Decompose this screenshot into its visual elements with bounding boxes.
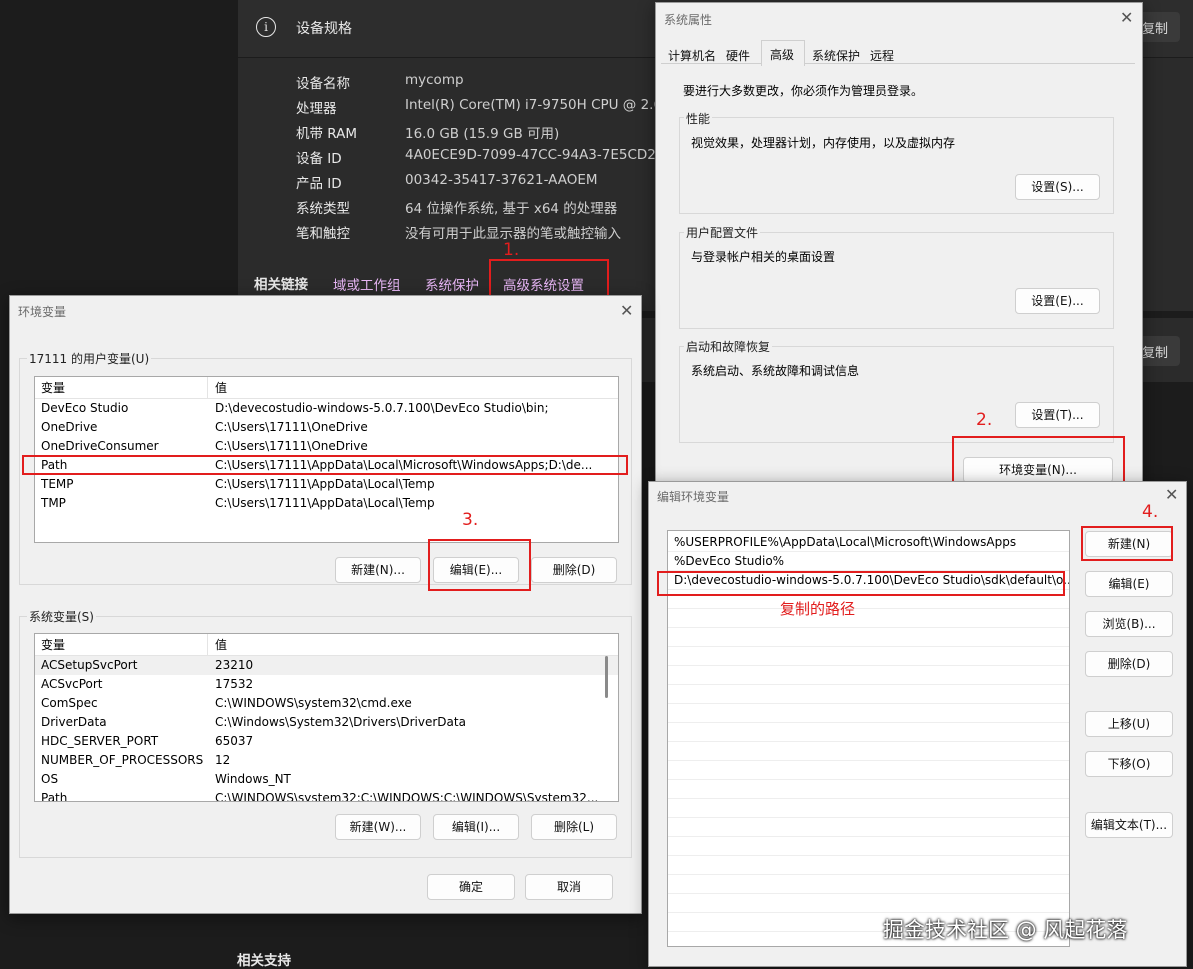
watermark: 掘金技术社区 @ 风起花落 bbox=[883, 918, 1128, 942]
table-row[interactable]: OS Windows_NT bbox=[35, 770, 618, 789]
list-header: 变量值 bbox=[35, 636, 618, 656]
column-divider bbox=[207, 634, 208, 656]
step1-label: 1. bbox=[503, 240, 520, 260]
table-row[interactable]: DevEco Studio D:\devecostudio-windows-5.0… bbox=[35, 399, 618, 418]
user-variables-label: 17111 的用户变量(U) bbox=[27, 350, 152, 367]
move-down-button[interactable]: 下移(O) bbox=[1085, 751, 1173, 777]
startup-settings-button[interactable]: 设置(T)... bbox=[1015, 402, 1100, 428]
scrollbar-thumb[interactable] bbox=[605, 656, 608, 698]
table-row[interactable]: OneDriveConsumer C:\Users\17111\OneDrive bbox=[35, 437, 618, 456]
system-edit-button[interactable]: 编辑(I)... bbox=[433, 814, 519, 840]
startup-recovery-desc: 系统启动、系统故障和调试信息 bbox=[691, 364, 860, 378]
copied-path-note: 复制的路径 bbox=[780, 600, 856, 618]
tab-remote[interactable]: 远程 bbox=[870, 47, 894, 64]
table-row[interactable]: TMP C:\Users\17111\AppData\Local\Temp bbox=[35, 494, 618, 513]
delete-button[interactable]: 删除(D) bbox=[1085, 651, 1173, 677]
ok-button[interactable]: 确定 bbox=[427, 874, 515, 900]
environment-variables-window: 环境变量 ✕ 17111 的用户变量(U) 变量值 DevEco Studio D… bbox=[9, 295, 642, 914]
spec-label: 处理器 bbox=[296, 101, 337, 117]
system-variables-list[interactable]: 变量值 ACSetupSvcPort 23210 ACSvcPort 17532 C… bbox=[34, 633, 619, 802]
spec-value: Intel(R) Core(TM) i7-9750H CPU @ 2.60G bbox=[405, 97, 682, 113]
close-icon[interactable]: ✕ bbox=[1165, 487, 1178, 503]
system-properties-window: 系统属性 ✕ 计算机名 硬件 高级 系统保护 远程 要进行大多数更改，你必须作为… bbox=[655, 2, 1143, 494]
tab-system-protection[interactable]: 系统保护 bbox=[812, 47, 860, 64]
spec-label: 机带 RAM bbox=[296, 126, 358, 142]
browse-button[interactable]: 浏览(B)... bbox=[1085, 611, 1173, 637]
highlight-box-step4 bbox=[1081, 526, 1173, 561]
spec-label: 笔和触控 bbox=[296, 226, 350, 242]
table-row[interactable]: HDC_SERVER_PORT 65037 bbox=[35, 732, 618, 751]
link-domain-workgroup[interactable]: 域或工作组 bbox=[333, 274, 401, 294]
user-profile-desc: 与登录帐户相关的桌面设置 bbox=[691, 250, 836, 264]
performance-label: 性能 bbox=[684, 110, 713, 127]
spec-value: 没有可用于此显示器的笔或触控输入 bbox=[405, 226, 621, 242]
user-profile-label: 用户配置文件 bbox=[684, 224, 761, 241]
tab-advanced[interactable]: 高级 bbox=[761, 40, 805, 66]
column-divider bbox=[207, 377, 208, 399]
table-row[interactable]: OneDrive C:\Users\17111\OneDrive bbox=[35, 418, 618, 437]
spec-label: 系统类型 bbox=[296, 201, 350, 217]
user-delete-button[interactable]: 删除(D) bbox=[531, 557, 617, 583]
table-row[interactable]: ComSpec C:\WINDOWS\system32\cmd.exe bbox=[35, 694, 618, 713]
spec-title: 设备规格 bbox=[296, 21, 352, 37]
link-system-protection[interactable]: 系统保护 bbox=[425, 274, 479, 294]
related-support-label: 相关支持 bbox=[237, 953, 291, 969]
list-item[interactable]: %DevEco Studio% bbox=[668, 552, 1069, 571]
highlight-box-path-row bbox=[22, 455, 628, 475]
table-row[interactable]: TEMP C:\Users\17111\AppData\Local\Temp bbox=[35, 475, 618, 494]
close-icon[interactable]: ✕ bbox=[620, 303, 633, 319]
spec-label: 设备名称 bbox=[296, 76, 350, 92]
list-header: 变量值 bbox=[35, 379, 618, 399]
system-new-button[interactable]: 新建(W)... bbox=[335, 814, 421, 840]
table-row[interactable]: ACSetupSvcPort 23210 bbox=[35, 656, 618, 675]
spec-value: 64 位操作系统, 基于 x64 的处理器 bbox=[405, 201, 618, 217]
window-title: 环境变量 bbox=[18, 305, 67, 319]
step3-label: 3. bbox=[462, 510, 479, 530]
edit-button[interactable]: 编辑(E) bbox=[1085, 571, 1173, 597]
spec-value: mycomp bbox=[405, 72, 464, 88]
table-row[interactable]: NUMBER_OF_PROCESSORS 12 bbox=[35, 751, 618, 770]
table-row[interactable]: Path C:\WINDOWS\system32;C:\WINDOWS;C:\WI… bbox=[35, 789, 618, 801]
close-icon[interactable]: ✕ bbox=[1120, 10, 1133, 26]
spec-label: 设备 ID bbox=[296, 151, 342, 167]
table-row[interactable]: ACSvcPort 17532 bbox=[35, 675, 618, 694]
cancel-button[interactable]: 取消 bbox=[525, 874, 613, 900]
related-links-label: 相关链接 bbox=[254, 277, 308, 293]
move-up-button[interactable]: 上移(U) bbox=[1085, 711, 1173, 737]
tab-computer-name[interactable]: 计算机名 bbox=[668, 47, 716, 64]
spec-value: 16.0 GB (15.9 GB 可用) bbox=[405, 126, 560, 142]
spec-label: 产品 ID bbox=[296, 176, 342, 192]
tab-hardware[interactable]: 硬件 bbox=[726, 47, 750, 64]
performance-desc: 视觉效果，处理器计划，内存使用，以及虚拟内存 bbox=[691, 136, 956, 150]
user-new-button[interactable]: 新建(N)... bbox=[335, 557, 421, 583]
highlight-box-step3 bbox=[428, 539, 531, 591]
list-item[interactable]: %USERPROFILE%\AppData\Local\Microsoft\Wi… bbox=[668, 533, 1069, 552]
performance-settings-button[interactable]: 设置(S)... bbox=[1015, 174, 1100, 200]
user-profile-group bbox=[679, 232, 1114, 329]
system-variables-label: 系统变量(S) bbox=[27, 608, 96, 625]
info-icon: i bbox=[256, 17, 276, 37]
startup-recovery-group bbox=[679, 346, 1114, 443]
table-row[interactable]: DriverData C:\Windows\System32\Drivers\Dr… bbox=[35, 713, 618, 732]
highlight-box-copied-path bbox=[657, 571, 1065, 596]
user-profile-settings-button[interactable]: 设置(E)... bbox=[1015, 288, 1100, 314]
edit-text-button[interactable]: 编辑文本(T)... bbox=[1085, 812, 1173, 838]
startup-recovery-label: 启动和故障恢复 bbox=[684, 338, 773, 355]
window-title: 编辑环境变量 bbox=[657, 490, 730, 504]
spec-value: 4A0ECE9D-7099-47CC-94A3-7E5CD2299 bbox=[405, 147, 682, 163]
admin-note: 要进行大多数更改，你必须作为管理员登录。 bbox=[683, 84, 924, 98]
step2-label: 2. bbox=[976, 410, 993, 430]
spec-value: 00342-35417-37621-AAOEM bbox=[405, 172, 598, 188]
step4-label: 4. bbox=[1142, 502, 1159, 522]
system-delete-button[interactable]: 删除(L) bbox=[531, 814, 617, 840]
window-title: 系统属性 bbox=[664, 13, 713, 27]
